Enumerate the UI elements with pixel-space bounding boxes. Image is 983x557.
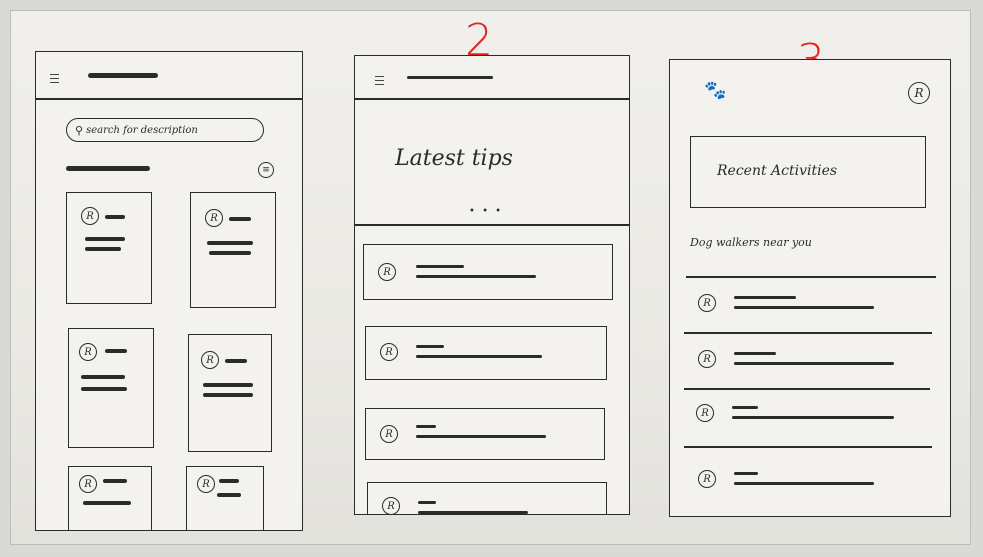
list-line (416, 425, 436, 428)
card-line (81, 375, 125, 379)
card-line (217, 493, 241, 497)
card-line (103, 479, 127, 483)
card-5[interactable]: R (68, 466, 152, 530)
card-line (219, 479, 239, 483)
list-line (416, 355, 542, 358)
list-line (416, 345, 444, 348)
latest-tips-heading: Latest tips (395, 146, 513, 171)
list-line (734, 472, 758, 475)
avatar: R (378, 263, 396, 281)
card-2[interactable]: R (190, 192, 276, 308)
list-line (734, 362, 894, 365)
title-placeholder-line (88, 73, 158, 78)
list-line (418, 511, 528, 514)
hamburger-menu-icon[interactable] (50, 74, 59, 83)
filter-icon[interactable]: ≡ (258, 162, 274, 178)
card-4[interactable]: R (188, 334, 272, 452)
wireframe-screen-1: ⚲ search for description ≡ R R R R R R (35, 51, 303, 531)
search-placeholder: search for description (86, 124, 198, 136)
tips-divider (355, 224, 629, 226)
card-line (203, 383, 253, 387)
avatar: R (81, 207, 99, 225)
card-line (85, 237, 125, 241)
card-line (83, 501, 131, 505)
list-line (734, 482, 874, 485)
card-3[interactable]: R (68, 328, 154, 448)
avatar: R (696, 404, 714, 422)
avatar: R (197, 475, 215, 493)
avatar: R (698, 470, 716, 488)
header-divider (355, 98, 629, 100)
card-line (209, 251, 251, 255)
card-line (85, 247, 121, 251)
avatar: R (698, 350, 716, 368)
avatar: R (205, 209, 223, 227)
avatar: R (382, 497, 400, 514)
card-1[interactable]: R (66, 192, 152, 304)
list-line (734, 306, 874, 309)
list-line (734, 352, 776, 355)
avatar: R (698, 294, 716, 312)
avatar: R (380, 425, 398, 443)
wireframe-screen-2: Latest tips • • • R R R R (354, 55, 630, 515)
hamburger-menu-icon[interactable] (375, 76, 384, 85)
magnifier-icon: ⚲ (75, 123, 84, 137)
whiteboard-frame: 1 ⚲ search for description ≡ R R R (10, 10, 971, 545)
list-item-4[interactable]: R (670, 446, 950, 506)
wireframe-screen-3: 🐾 R Recent Activities Dog walkers near y… (669, 59, 951, 517)
card-line (203, 393, 253, 397)
list-line (732, 416, 894, 419)
carousel-dots[interactable]: • • • (469, 206, 503, 217)
list-item-1[interactable]: R (670, 276, 950, 332)
section-title-line (66, 166, 150, 171)
list-item-2[interactable]: R (365, 326, 607, 380)
card-line (81, 387, 127, 391)
list-item-3[interactable]: R (365, 408, 605, 460)
list-item-3[interactable]: R (670, 388, 950, 444)
list-line (416, 435, 546, 438)
card-line (105, 349, 127, 353)
list-line (418, 501, 436, 504)
card-line (207, 241, 253, 245)
avatar: R (79, 343, 97, 361)
list-item-4[interactable]: R (367, 482, 607, 514)
card-6[interactable]: R (186, 466, 264, 530)
list-item-2[interactable]: R (670, 332, 950, 388)
avatar: R (380, 343, 398, 361)
list-line (416, 275, 536, 278)
profile-avatar[interactable]: R (908, 82, 930, 104)
list-line (416, 265, 464, 268)
search-input[interactable]: ⚲ search for description (66, 118, 264, 142)
list-line (732, 406, 758, 409)
list-item-1[interactable]: R (363, 244, 613, 300)
recent-activities-label: Recent Activities (717, 163, 838, 179)
section-label: Dog walkers near you (690, 236, 812, 249)
card-line (105, 215, 125, 219)
card-line (225, 359, 247, 363)
card-line (229, 217, 251, 221)
avatar: R (79, 475, 97, 493)
avatar: R (201, 351, 219, 369)
recent-activities-box[interactable]: Recent Activities (690, 136, 926, 208)
header-divider (36, 98, 302, 100)
paw-icon: 🐾 (704, 80, 727, 101)
title-placeholder-line (407, 76, 493, 79)
list-line (734, 296, 796, 299)
